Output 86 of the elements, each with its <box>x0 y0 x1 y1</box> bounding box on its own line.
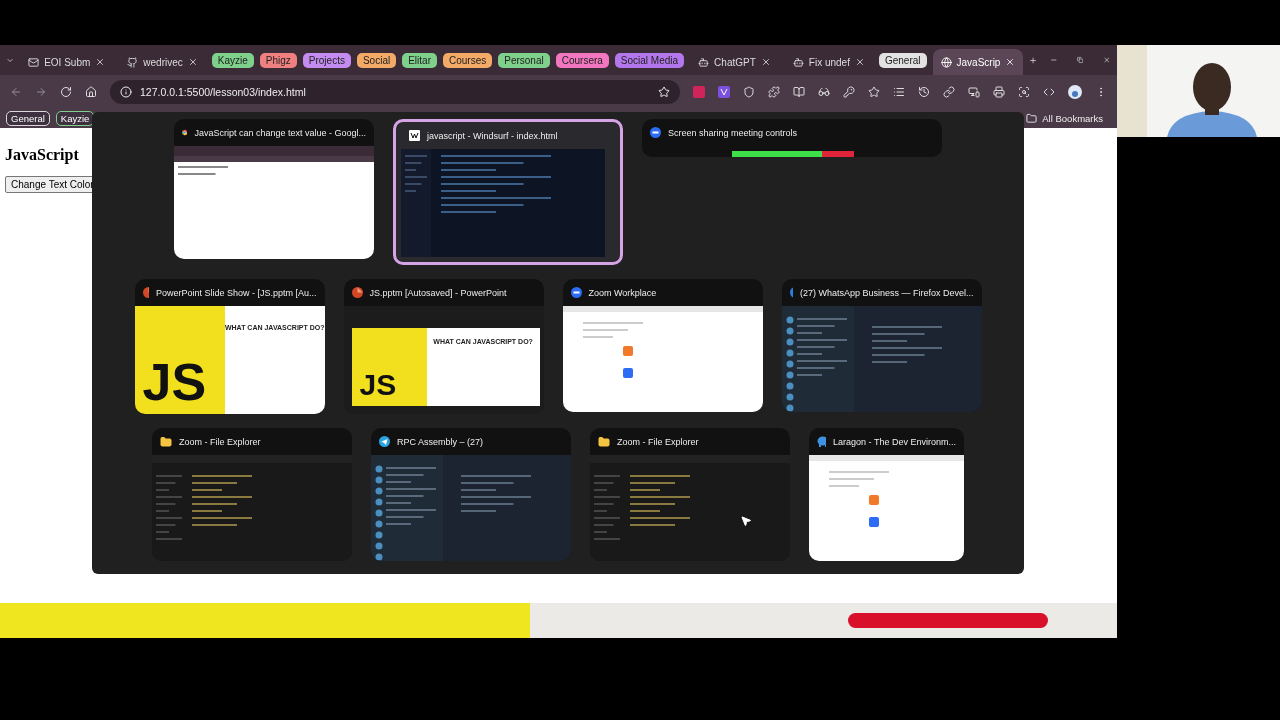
address-bar[interactable]: 127.0.0.1:5500/lesson03/index.html <box>110 79 680 104</box>
slide-logo: JS <box>359 370 397 400</box>
bookmark-star-icon[interactable] <box>658 85 670 98</box>
window-title: PowerPoint Slide Show - [JS.pptm [Au... <box>155 287 317 298</box>
window-title: JavaScript can change text value - Googl... <box>194 127 366 138</box>
close-icon[interactable] <box>854 57 865 67</box>
tab-icon <box>792 56 804 68</box>
window-title: (27) WhatsApp Business — Firefox Devel... <box>799 287 974 298</box>
tab-group[interactable]: Personal <box>498 52 550 68</box>
tab-group[interactable]: Elitar <box>402 52 437 68</box>
home-icon[interactable] <box>85 85 97 98</box>
tab-title: EOI Subm <box>44 56 91 68</box>
tab-group[interactable]: Social <box>356 52 397 68</box>
browser-tab[interactable]: JavaScrip <box>932 49 1024 75</box>
video-icon <box>570 287 582 298</box>
tab-title: ChatGPT <box>714 56 756 68</box>
tab-title: JavaScrip <box>956 56 1001 68</box>
window-title: JS.pptm [Autosaved] - PowerPoint <box>369 287 507 298</box>
tab-icon <box>127 56 139 68</box>
tab-group[interactable]: General <box>878 52 927 68</box>
toolbar-icon[interactable] <box>1018 85 1030 98</box>
tab-group[interactable]: Projects <box>302 52 351 68</box>
window-thumbnail[interactable]: Zoom - File Explorer <box>590 428 790 561</box>
browser-tab[interactable]: Fix undef <box>784 49 873 75</box>
send-icon <box>379 436 390 447</box>
close-icon[interactable] <box>187 57 198 67</box>
folder-icon <box>598 435 610 448</box>
all-bookmarks-link[interactable]: All Bookmarks <box>1042 112 1103 124</box>
window-title: javascript - Windsurf - index.html <box>427 130 558 141</box>
slide-logo: JS <box>142 356 207 408</box>
close-icon[interactable] <box>95 57 106 67</box>
toolbar-icon[interactable] <box>893 85 905 98</box>
tab-group[interactable]: Coursera <box>555 52 609 68</box>
toolbar-icon[interactable] <box>993 85 1005 98</box>
close-icon[interactable] <box>760 57 771 67</box>
toolbar-icon[interactable] <box>768 85 780 98</box>
bookmark-folder[interactable]: General <box>6 110 50 126</box>
bookmark-folder[interactable]: Kayzie <box>55 110 95 126</box>
tab-title: wedrivec <box>143 56 183 68</box>
restore-icon[interactable] <box>1077 55 1084 65</box>
toolbar-icon[interactable] <box>793 85 805 98</box>
profile-avatar-icon[interactable] <box>1068 84 1082 99</box>
video-icon <box>650 127 661 138</box>
app-icon <box>409 130 420 141</box>
browser-tab[interactable]: wedrivec <box>119 49 206 75</box>
toolbar-icon[interactable] <box>818 85 830 98</box>
extension-icon[interactable] <box>718 85 730 98</box>
window-title: RPC Assembly – (27) <box>397 436 484 447</box>
tab-group[interactable]: Kayzie <box>211 52 254 68</box>
tab-title: Fix undef <box>808 56 850 68</box>
browser-tab[interactable]: EOI Subm <box>20 49 114 75</box>
tab-group[interactable]: Social Media <box>614 52 685 68</box>
window-title: Screen sharing meeting controls <box>668 127 798 138</box>
window-title: Zoom - File Explorer <box>617 436 699 447</box>
toolbar-icon[interactable] <box>968 85 980 98</box>
folder-icon[interactable] <box>1026 112 1038 124</box>
folder-icon <box>160 435 172 448</box>
tab-group[interactable]: Courses <box>443 52 493 68</box>
window-thumbnail[interactable]: Zoom Workplace <box>562 279 763 412</box>
close-icon[interactable] <box>1005 57 1016 67</box>
window-thumbnail[interactable]: JavaScript can change text value - Googl... <box>174 119 374 259</box>
close-icon[interactable] <box>1103 54 1111 66</box>
browser-tab[interactable]: ChatGPT <box>690 49 779 75</box>
toolbar-icon[interactable] <box>943 85 955 98</box>
tab-icon <box>28 56 40 68</box>
tab-group[interactable]: Phigz <box>259 52 297 68</box>
window-thumbnail[interactable]: Screen sharing meeting controls <box>642 119 942 157</box>
window-thumbnail[interactable]: Zoom - File Explorer <box>152 428 352 561</box>
window-thumbnail[interactable]: RPC Assembly – (27) <box>371 428 571 561</box>
reload-icon[interactable] <box>60 85 72 98</box>
tab-icon <box>698 56 710 68</box>
mouse-cursor-icon <box>740 515 752 527</box>
page-heading: JavaScript <box>5 146 79 164</box>
window-title: Zoom Workplace <box>588 287 657 298</box>
url-text: 127.0.0.1:5500/lesson03/index.html <box>140 85 306 98</box>
window-thumbnail[interactable]: javascript - Windsurf - index.html <box>393 119 623 265</box>
toolbar-icon[interactable] <box>868 85 880 98</box>
toolbar-icon[interactable] <box>743 85 755 98</box>
window-thumbnail[interactable]: Laragon - The Dev Environm... <box>809 428 964 561</box>
tab-icon <box>940 56 952 68</box>
toolbar-icon[interactable] <box>918 85 930 98</box>
info-icon[interactable] <box>120 85 132 98</box>
window-title: Zoom - File Explorer <box>179 436 261 447</box>
window-thumbnail[interactable]: (27) WhatsApp Business — Firefox Devel... <box>781 279 982 412</box>
toolbar-icon[interactable] <box>843 85 855 98</box>
window-title: Laragon - The Dev Environm... <box>833 436 956 447</box>
